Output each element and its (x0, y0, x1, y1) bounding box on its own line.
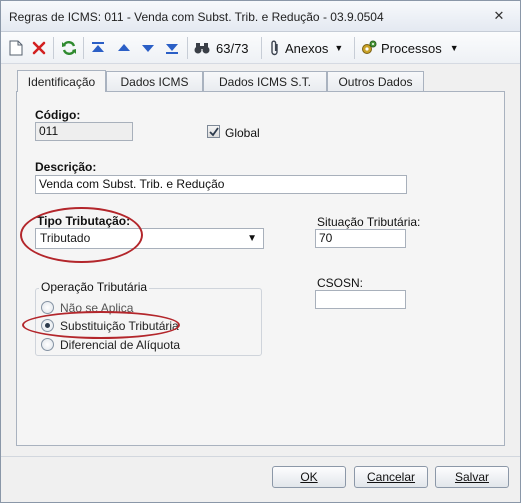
dialog-window: Regras de ICMS: 011 - Venda com Subst. T… (0, 0, 521, 503)
codigo-field[interactable]: 011 (35, 122, 133, 141)
chevron-down-icon: ▼ (334, 43, 344, 53)
tipo-tributacao-value: Tributado (40, 231, 91, 245)
first-record-icon (92, 42, 104, 52)
checkmark-icon (209, 127, 219, 137)
binoculars-icon (194, 43, 210, 54)
radio-label-nao-se-aplica: Não se Aplica (60, 301, 134, 315)
processes-label: Processos (381, 40, 442, 56)
record-counter: 63/73 (216, 40, 249, 56)
toolbar-separator (187, 37, 188, 59)
codigo-label: Código: (35, 108, 81, 122)
radio-label-diferencial-aliquota: Diferencial de Alíquota (60, 338, 181, 352)
radio-diferencial-aliquota[interactable] (41, 338, 54, 351)
csosn-field[interactable] (315, 290, 406, 309)
new-record-button[interactable] (9, 38, 23, 58)
toolbar-separator (53, 37, 54, 59)
chevron-down-icon: ▼ (247, 233, 257, 244)
tipo-tributacao-select[interactable]: Tributado ▼ (35, 228, 264, 249)
first-record-button[interactable] (91, 38, 105, 58)
next-record-icon (142, 45, 154, 52)
title-bar: Regras de ICMS: 011 - Venda com Subst. T… (1, 1, 520, 32)
next-record-button[interactable] (141, 38, 155, 58)
refresh-icon (62, 41, 76, 55)
descricao-label: Descrição: (35, 160, 97, 174)
tipo-tributacao-label: Tipo Tributação: (37, 214, 131, 228)
descricao-field[interactable]: Venda com Subst. Trib. e Redução (35, 175, 407, 194)
paperclip-icon (271, 40, 278, 56)
toolbar-separator (83, 37, 84, 59)
refresh-button[interactable] (61, 38, 77, 58)
tab-dados-icms[interactable]: Dados ICMS (106, 71, 203, 92)
csosn-label: CSOSN: (317, 276, 364, 290)
toolbar-separator (261, 37, 262, 59)
operacao-tributaria-title: Operação Tributária (39, 280, 150, 294)
delete-icon (32, 41, 46, 55)
radio-nao-se-aplica[interactable] (41, 301, 54, 314)
save-button[interactable]: Salvar (435, 466, 509, 488)
previous-record-icon (118, 44, 130, 51)
close-button[interactable]: ✕ (491, 9, 507, 23)
find-record-button[interactable]: 63/73 (194, 38, 249, 58)
previous-record-button[interactable] (117, 38, 131, 58)
situacao-tributaria-label: Situação Tributária: (317, 215, 421, 229)
attachments-label: Anexos (285, 40, 329, 56)
new-document-icon (9, 40, 23, 56)
tab-dados-icms-st[interactable]: Dados ICMS S.T. (203, 71, 327, 92)
ok-button[interactable]: OK (272, 466, 346, 488)
chevron-down-icon: ▼ (449, 43, 459, 53)
toolbar-separator (354, 37, 355, 59)
tab-identificacao[interactable]: Identificação (17, 70, 106, 92)
situacao-tributaria-field[interactable]: 70 (315, 229, 406, 248)
tab-outros-dados[interactable]: Outros Dados (327, 71, 424, 92)
toolbar: 63/73 Anexos ▼ Processos ▼ (1, 32, 520, 64)
radio-substituicao-tributaria[interactable] (41, 319, 54, 332)
cancel-button[interactable]: Cancelar (354, 466, 428, 488)
button-bar: OK Cancelar Salvar (1, 456, 520, 502)
gears-icon (362, 40, 377, 54)
global-label: Global (225, 126, 260, 140)
processes-button[interactable]: Processos ▼ (361, 38, 459, 58)
attachments-button[interactable]: Anexos ▼ (269, 38, 343, 58)
global-checkbox[interactable] (207, 125, 220, 138)
window-title: Regras de ICMS: 011 - Venda com Subst. T… (9, 10, 384, 24)
last-record-icon (166, 44, 178, 54)
delete-record-button[interactable] (32, 38, 46, 58)
radio-label-substituicao-tributaria: Substituição Tributária (60, 319, 179, 333)
identificacao-panel: Código: 011 Global Descrição: Venda com … (16, 91, 505, 446)
last-record-button[interactable] (165, 38, 179, 58)
